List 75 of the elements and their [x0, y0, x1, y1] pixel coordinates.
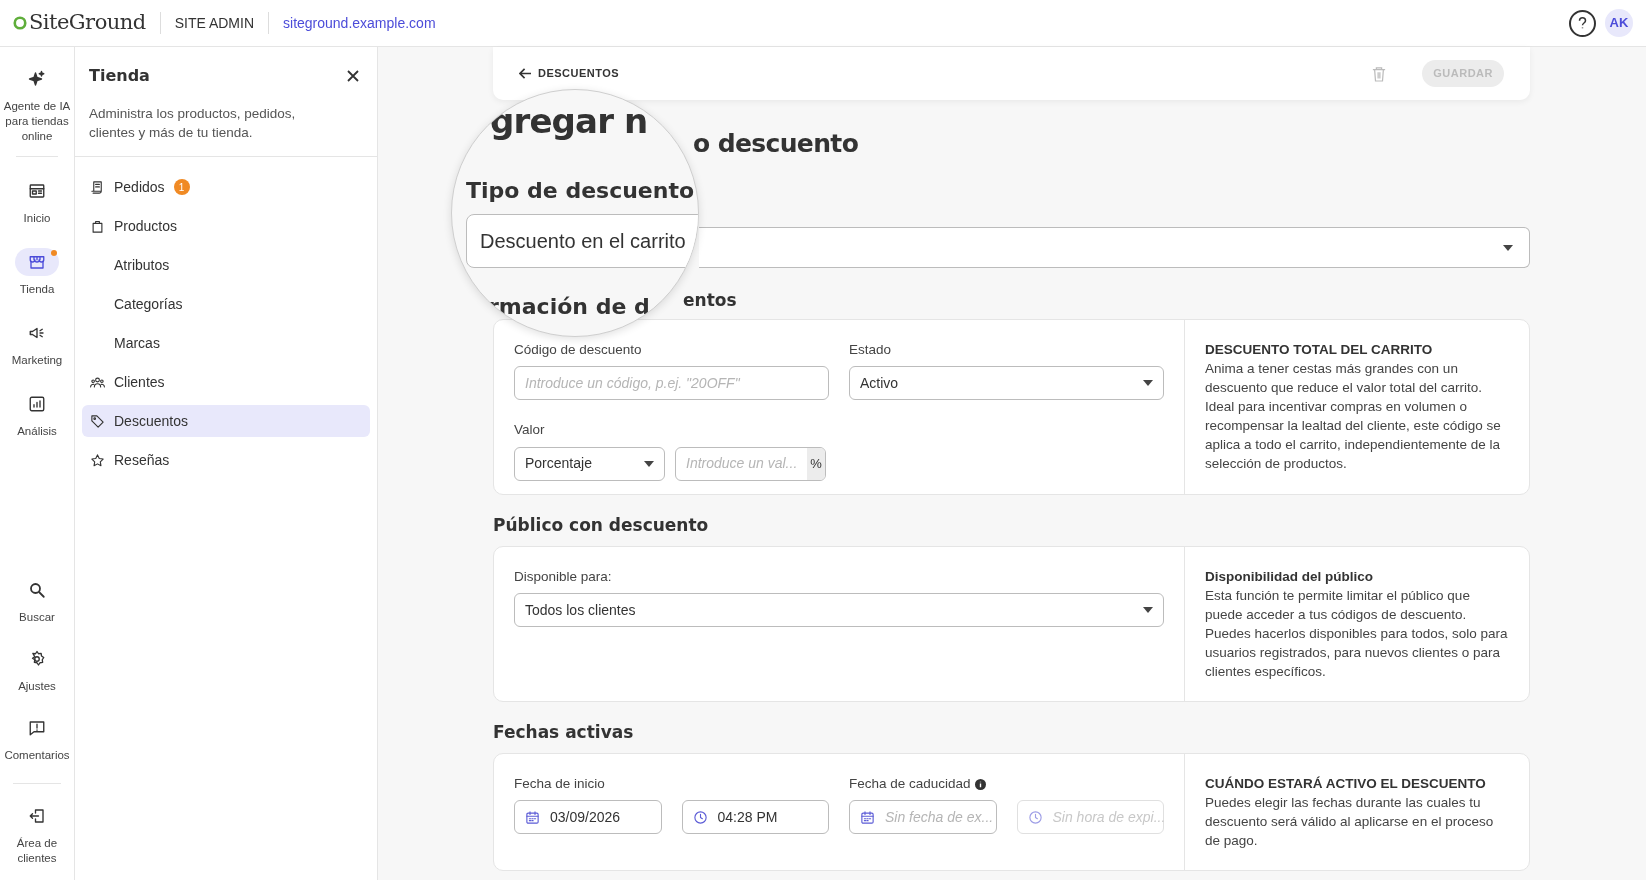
brand-logo[interactable]: SiteGround	[13, 7, 146, 39]
field-label: Fecha de caducidad	[849, 775, 971, 793]
domain-link[interactable]: siteground.example.com	[283, 12, 436, 34]
receipt-icon	[90, 179, 105, 195]
rail-nav-item[interactable]: Análisis	[0, 390, 75, 439]
section-label: SITE ADMIN	[174, 13, 255, 33]
chart-icon	[28, 395, 46, 413]
rail-nav-item[interactable]: Comentarios	[0, 714, 75, 763]
info-icon	[974, 778, 986, 790]
clock-icon	[1027, 809, 1043, 825]
field-label: Disponible para:	[514, 568, 613, 586]
info-title: DESCUENTO TOTAL DEL CARRITO	[1205, 341, 1434, 359]
bag-icon	[90, 218, 105, 234]
dashboard-icon	[28, 182, 46, 200]
clock-icon	[692, 809, 708, 825]
caret-icon	[1143, 380, 1153, 387]
caret-icon	[644, 460, 654, 467]
sidebar-item[interactable]: Reseñas	[82, 444, 370, 476]
input-field[interactable]: Introduce un val... %	[675, 446, 826, 481]
caret-icon	[1143, 607, 1153, 614]
sidebar-subitem[interactable]: Categorías	[82, 288, 370, 320]
sidebar-item[interactable]: Clientes	[82, 366, 370, 398]
logout-icon	[28, 807, 46, 825]
section-title: Público con descuento	[493, 513, 709, 537]
star-icon	[90, 452, 105, 468]
tag-icon	[90, 413, 105, 429]
section-title: Fechas activas	[493, 720, 634, 744]
count-badge: 1	[173, 179, 190, 195]
rail-nav-item[interactable]: Inicio	[0, 177, 75, 226]
page-heading: o descuento	[693, 128, 859, 160]
sidebar-item[interactable]: Pedidos 1	[82, 171, 370, 203]
help-icon[interactable]	[1569, 9, 1596, 37]
user-avatar[interactable]: AK	[1605, 9, 1633, 37]
calendar-icon	[860, 809, 875, 825]
info-text: Anima a tener cestas más grandes con un descuento que reduce el valor total del carrito. Ideal para incentivar compras en volumen o recompensar la lealtad del cliente, este código se aplica a todo el carrito, independientemente de la selección de productos.	[1205, 360, 1502, 473]
rail-nav-item[interactable]: Área de clientes	[0, 802, 75, 866]
sidebar-subitem[interactable]: Atributos	[82, 249, 370, 281]
input-field[interactable]: 04:28 PM	[681, 800, 829, 835]
field-label: Estado	[849, 341, 893, 359]
feedback-icon	[28, 719, 46, 737]
input-field[interactable]: Activo	[849, 366, 1164, 401]
rail-nav-item[interactable]: Buscar	[0, 576, 75, 625]
magnified-section-title: Tipo de descuento	[466, 177, 695, 205]
back-link[interactable]: DESCUENTOS	[519, 65, 620, 82]
input-field[interactable]: 03/09/2026	[514, 800, 662, 835]
field-label: Fecha de inicio	[514, 775, 606, 793]
logo-mark-icon	[13, 15, 27, 31]
caret-icon	[1503, 244, 1513, 251]
magnified-heading: gregar n	[490, 100, 648, 143]
sidebar-item[interactable]: Descuentos	[82, 405, 370, 437]
info-title: CUÁNDO ESTARÁ ACTIVO EL DESCUENTO	[1205, 775, 1487, 793]
rail-nav-item[interactable]: Agente de IA para tiendas online	[0, 65, 75, 144]
section-title: entos	[683, 288, 737, 312]
rail-nav-item[interactable]: Ajustes	[0, 645, 75, 694]
input-field[interactable]: Porcentaje	[514, 446, 665, 481]
info-title: Disponibilidad del público	[1205, 568, 1374, 586]
sidebar-subitem[interactable]: Marcas	[82, 327, 370, 359]
input-field[interactable]: Todos los clientes	[514, 593, 1164, 628]
panel-description: Administra los productos, pedidos, clientes y más de tu tienda.	[89, 105, 297, 142]
unit-suffix: %	[807, 447, 825, 480]
arrow-left-icon	[519, 68, 532, 79]
sidebar-item[interactable]: Productos	[82, 210, 370, 242]
info-text: Puedes elegir las fechas durante las cuales tu descuento será válido al aplicarse en el proceso de pago.	[1205, 794, 1495, 850]
store-icon	[28, 253, 46, 271]
panel-title: Tienda	[89, 65, 150, 87]
people-icon	[90, 374, 105, 390]
info-text: Esta función te permite limitar el público que puede acceder a tus códigos de descuento. Puedes hacerlos disponibles para todos, solo para usuarios registrados, para nuevos clientes o para clientes específicos.	[1205, 587, 1509, 681]
close-icon[interactable]	[347, 70, 359, 82]
field-label: Código de descuento	[514, 341, 643, 359]
search-icon	[28, 581, 46, 599]
rail-nav-item[interactable]: Marketing	[0, 319, 75, 368]
sparkle-icon	[28, 70, 46, 88]
calendar-icon	[525, 809, 540, 825]
rail-nav-item[interactable]: Tienda	[0, 248, 75, 297]
field-label: Valor	[514, 421, 546, 440]
